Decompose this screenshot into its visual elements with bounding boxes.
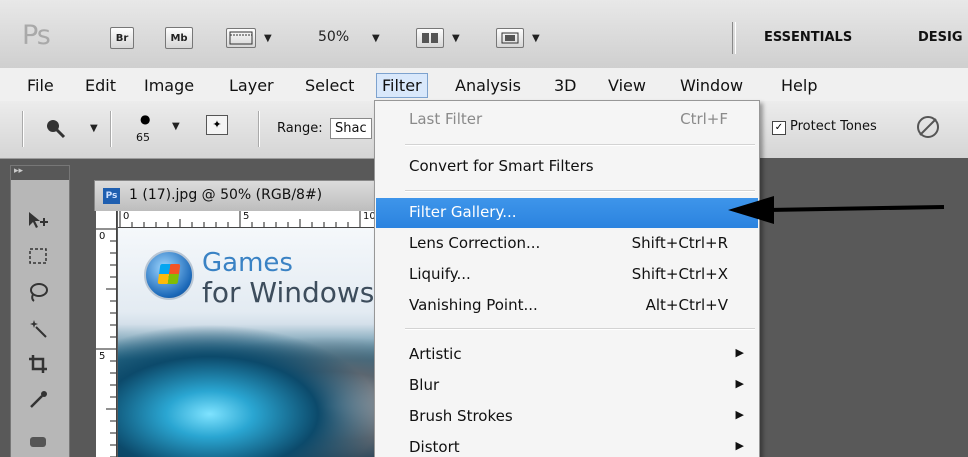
ps-logo: Ps xyxy=(22,20,51,51)
magic-wand-icon[interactable] xyxy=(21,314,55,342)
menu-file[interactable]: File xyxy=(22,74,59,97)
chevron-down-icon[interactable]: ▼ xyxy=(264,33,272,44)
games-for-windows-logo xyxy=(144,250,194,300)
submenu-arrow-icon: ▶ xyxy=(735,346,744,359)
submenu-arrow-icon: ▶ xyxy=(735,408,744,421)
divider xyxy=(405,190,755,192)
ruler-label: 5 xyxy=(243,211,250,222)
menu-view[interactable]: View xyxy=(603,74,651,97)
menu-3d[interactable]: 3D xyxy=(549,74,582,97)
protect-tones-checkbox[interactable]: ✓ xyxy=(772,121,786,135)
panel-collapse-icon[interactable]: ▸▸ xyxy=(11,166,69,180)
photoshop-window: Ps Br Mb ▼ 50% ▼ ▼ ▼ ESSENTIALS DESIG Fi… xyxy=(0,0,968,457)
eyedropper-icon[interactable] xyxy=(21,386,55,414)
zoom-level[interactable]: 50% xyxy=(318,29,349,45)
menu-edit[interactable]: Edit xyxy=(80,74,121,97)
menu-analysis[interactable]: Analysis xyxy=(450,74,526,97)
ruler-label: 0 xyxy=(99,231,106,242)
brush-icon[interactable]: ● xyxy=(140,112,150,126)
vertical-ruler[interactable]: 0 5 xyxy=(96,227,117,457)
workspace-design[interactable]: DESIG xyxy=(918,30,963,45)
chevron-down-icon[interactable]: ▼ xyxy=(90,123,98,134)
menu-item-blur[interactable]: Blur ▶ xyxy=(376,371,758,401)
menu-item-brush-strokes[interactable]: Brush Strokes ▶ xyxy=(376,402,758,432)
document-canvas[interactable]: Games for Windows xyxy=(118,228,380,457)
menu-layer[interactable]: Layer xyxy=(224,74,279,97)
zoom-icon[interactable] xyxy=(44,117,68,143)
menu-item-vanishing-point[interactable]: Vanishing Point... Alt+Ctrl+V xyxy=(376,291,758,321)
brush-size: 65 xyxy=(136,131,150,144)
divider xyxy=(110,111,112,147)
chevron-down-icon[interactable]: ▼ xyxy=(172,121,180,132)
menu-item-last-filter[interactable]: Last Filter Ctrl+F xyxy=(376,105,758,135)
arrow-pointer-icon xyxy=(728,196,945,224)
menu-item-convert-smart-filters[interactable]: Convert for Smart Filters xyxy=(376,152,758,182)
menu-window[interactable]: Window xyxy=(675,74,748,97)
lasso-tool-icon[interactable] xyxy=(21,278,55,306)
menu-help[interactable]: Help xyxy=(776,74,822,97)
horizontal-ruler[interactable]: 0 5 10 xyxy=(118,211,380,228)
application-bar: Ps Br Mb ▼ 50% ▼ ▼ ▼ ESSENTIALS DESIG xyxy=(0,0,968,69)
submenu-arrow-icon: ▶ xyxy=(735,377,744,390)
arrange-documents-icon[interactable] xyxy=(416,28,444,48)
menu-filter[interactable]: Filter xyxy=(376,73,428,98)
divider xyxy=(732,22,736,54)
document-title: 1 (17).jpg @ 50% (RGB/8#) xyxy=(129,187,323,203)
view-extras-icon[interactable] xyxy=(226,28,256,48)
menu-item-liquify[interactable]: Liquify... Shift+Ctrl+X xyxy=(376,260,758,290)
ruler-label: 5 xyxy=(99,351,106,362)
brand-line-1: Games xyxy=(202,248,293,278)
brand-line-2: for Windows xyxy=(202,276,375,309)
menu-item-lens-correction[interactable]: Lens Correction... Shift+Ctrl+R xyxy=(376,229,758,259)
workspace-essentials[interactable]: ESSENTIALS xyxy=(764,30,852,45)
divider xyxy=(405,144,755,146)
document-tab[interactable]: Ps 1 (17).jpg @ 50% (RGB/8#) xyxy=(94,180,382,211)
menu-item-filter-gallery[interactable]: Filter Gallery... xyxy=(376,198,758,228)
crop-tool-icon[interactable] xyxy=(21,350,55,378)
menu-item-distort[interactable]: Distort ▶ xyxy=(376,433,758,457)
minibridge-button[interactable]: Mb xyxy=(165,27,193,49)
menu-bar: File Edit Image Layer Select Filter Anal… xyxy=(0,68,968,102)
menu-select[interactable]: Select xyxy=(300,74,359,97)
healing-brush-icon[interactable] xyxy=(21,428,55,456)
filter-menu: Last Filter Ctrl+F Convert for Smart Fil… xyxy=(374,100,760,457)
menu-item-artistic[interactable]: Artistic ▶ xyxy=(376,340,758,370)
mode-icon[interactable]: ✦ xyxy=(206,115,228,135)
menu-image[interactable]: Image xyxy=(139,74,199,97)
artwork-image xyxy=(118,324,380,457)
protect-tones-label: Protect Tones xyxy=(790,119,877,134)
divider xyxy=(405,328,755,330)
target-icon[interactable] xyxy=(914,113,942,145)
chevron-down-icon[interactable]: ▼ xyxy=(372,33,380,44)
bridge-button[interactable]: Br xyxy=(110,27,134,49)
chevron-down-icon[interactable]: ▼ xyxy=(452,33,460,44)
tools-panel: ▸▸ xyxy=(10,165,70,457)
submenu-arrow-icon: ▶ xyxy=(735,439,744,452)
ps-document-icon: Ps xyxy=(103,188,120,204)
screen-mode-icon[interactable] xyxy=(496,28,524,48)
ruler-label: 0 xyxy=(123,211,130,222)
divider xyxy=(22,111,24,147)
range-label: Range: xyxy=(277,121,323,136)
move-tool-icon[interactable] xyxy=(21,206,55,234)
ruler-origin[interactable] xyxy=(96,211,117,228)
range-select[interactable]: Shac xyxy=(330,118,372,139)
chevron-down-icon[interactable]: ▼ xyxy=(532,33,540,44)
divider xyxy=(258,111,260,147)
marquee-tool-icon[interactable] xyxy=(21,242,55,270)
